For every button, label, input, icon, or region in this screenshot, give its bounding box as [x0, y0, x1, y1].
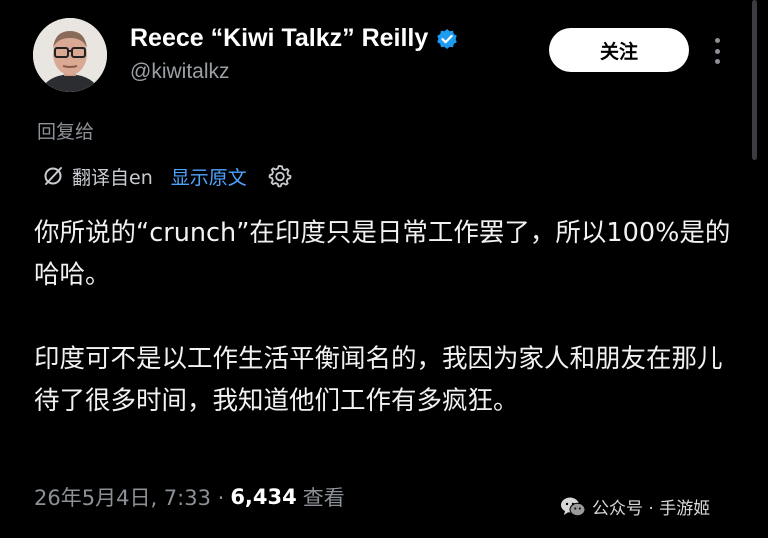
translation-bar: 翻译自en 显示原文 [42, 161, 293, 191]
wechat-icon [561, 497, 586, 516]
verified-badge-icon [437, 28, 458, 49]
views-count: 6,434 [230, 485, 297, 509]
follow-button[interactable]: 关注 [549, 28, 689, 72]
scrollbar[interactable] [752, 0, 757, 160]
translate-icon [44, 167, 62, 185]
reply-to-label: 回复给 [37, 121, 95, 143]
gear-icon[interactable] [267, 163, 293, 189]
avatar[interactable] [33, 18, 107, 92]
views-label: 查看 [302, 486, 345, 510]
tweet-paragraph: 印度可不是以工作生活平衡闻名的，我因为家人和朋友在那儿待了很多时间，我知道他们工… [34, 344, 723, 416]
tweet-paragraph: 你所说的“crunch”在印度只是日常工作罢了，所以100%是的哈哈。 [34, 218, 731, 290]
tweet-meta: 26年5月4日, 7:33 · 6,434 查看 [34, 482, 345, 512]
more-options-icon[interactable] [711, 38, 723, 64]
avatar-portrait [33, 18, 107, 92]
author-name-row[interactable]: Reece “Kiwi Talkz” Reilly [130, 24, 458, 53]
tweet-text: 你所说的“crunch”在印度只是日常工作罢了，所以100%是的哈哈。 印度可不… [34, 212, 746, 422]
translated-from-label: 翻译自en [72, 166, 153, 189]
watermark-text: 公众号 · 手游姬 [592, 499, 711, 519]
show-original-link[interactable]: 显示原文 [171, 163, 247, 190]
timestamp[interactable]: 26年5月4日, 7:33 · [34, 482, 224, 512]
author-display-name[interactable]: Reece “Kiwi Talkz” Reilly [130, 24, 428, 53]
watermark: 公众号 · 手游姬 [560, 494, 710, 519]
author-handle[interactable]: @kiwitalkz [130, 60, 230, 84]
